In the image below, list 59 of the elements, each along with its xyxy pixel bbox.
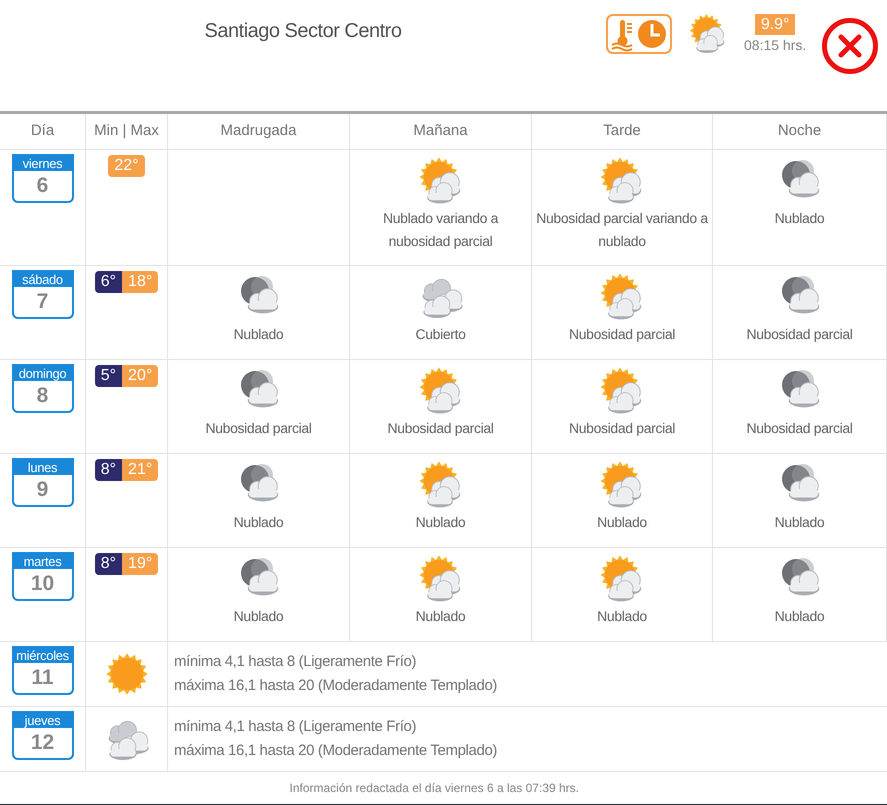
max-temperature: 18° (122, 271, 158, 293)
column-header: Día (0, 114, 86, 150)
column-header: Madrugada (168, 114, 350, 150)
forecast-label: Nubosidad parcial (568, 419, 676, 438)
weekday-label: sábado (14, 272, 72, 287)
weekday-label: viernes (14, 156, 72, 171)
day-number: 12 (30, 730, 56, 756)
weekday-label: miércoles (14, 648, 72, 663)
min-temperature: 8° (94, 553, 122, 575)
day-number: 8 (36, 383, 50, 409)
temperature-range-text: mínima 4,1 hasta 8 (Ligeramente Frío) (174, 652, 418, 672)
page-title: Santiago Sector Centro (204, 19, 402, 44)
forecast-label: Nublado (774, 209, 826, 228)
max-temperature: 21° (122, 459, 158, 481)
weekday-label: domingo (14, 366, 72, 381)
column-header: Tarde (532, 114, 713, 150)
day-number: 6 (36, 173, 50, 199)
min-temperature: 5° (94, 365, 122, 387)
forecast-label: Nublado (774, 513, 826, 532)
column-header: Noche (713, 114, 887, 150)
temperature-range-text: máxima 16,1 hasta 20 (Moderadamente Templado) (174, 676, 498, 696)
footer-note: Información redactada el día viernes 6 a las 07:39 hrs. (290, 780, 579, 797)
update-time: 08:15 hrs. (744, 36, 806, 55)
forecast-label: Nublado (232, 607, 284, 626)
forecast-label: Nubosidad parcial (745, 419, 854, 438)
day-number: 9 (36, 477, 50, 503)
forecast-label: Nublado (232, 325, 284, 344)
day-number: 11 (30, 665, 55, 691)
forecast-label: Nubosidad parcial (745, 325, 854, 344)
forecast-label: Nubosidad parcial variando a nublado (535, 209, 710, 251)
thermometer-clock-icon (606, 14, 672, 54)
min-temperature: 6° (94, 271, 122, 293)
close-button[interactable] (822, 18, 878, 74)
max-temperature: 20° (122, 365, 158, 387)
forecast-label: Nublado (232, 513, 284, 532)
max-temperature: 19° (122, 553, 158, 575)
forecast-label: Nubosidad parcial (204, 419, 313, 438)
day-number: 10 (30, 571, 56, 597)
column-header: Min | Max (86, 114, 168, 150)
column-header: Mañana (350, 114, 532, 150)
weekday-label: martes (14, 554, 72, 569)
weekday-label: lunes (14, 460, 72, 475)
max-temperature: 22° (108, 155, 145, 177)
forecast-label: Nubosidad parcial (568, 325, 676, 344)
temperature-range-text: mínima 4,1 hasta 8 (Ligeramente Frío) (174, 717, 418, 737)
day-number: 7 (36, 289, 50, 315)
forecast-label: Nubosidad parcial (386, 419, 495, 438)
forecast-label: Nublado (596, 607, 648, 626)
forecast-label: Nublado (414, 513, 466, 532)
temperature-range-text: máxima 16,1 hasta 20 (Moderadamente Templado) (174, 741, 498, 761)
forecast-label: Nublado (414, 607, 466, 626)
weekday-label: jueves (14, 713, 72, 728)
current-temperature: 9.9° (754, 14, 796, 35)
forecast-label: Nublado variando a nubosidad parcial (382, 209, 500, 251)
close-icon (838, 34, 862, 58)
forecast-label: Nublado (774, 607, 826, 626)
forecast-label: Cubierto (414, 325, 467, 344)
forecast-label: Nublado (596, 513, 648, 532)
min-temperature: 8° (94, 459, 122, 481)
